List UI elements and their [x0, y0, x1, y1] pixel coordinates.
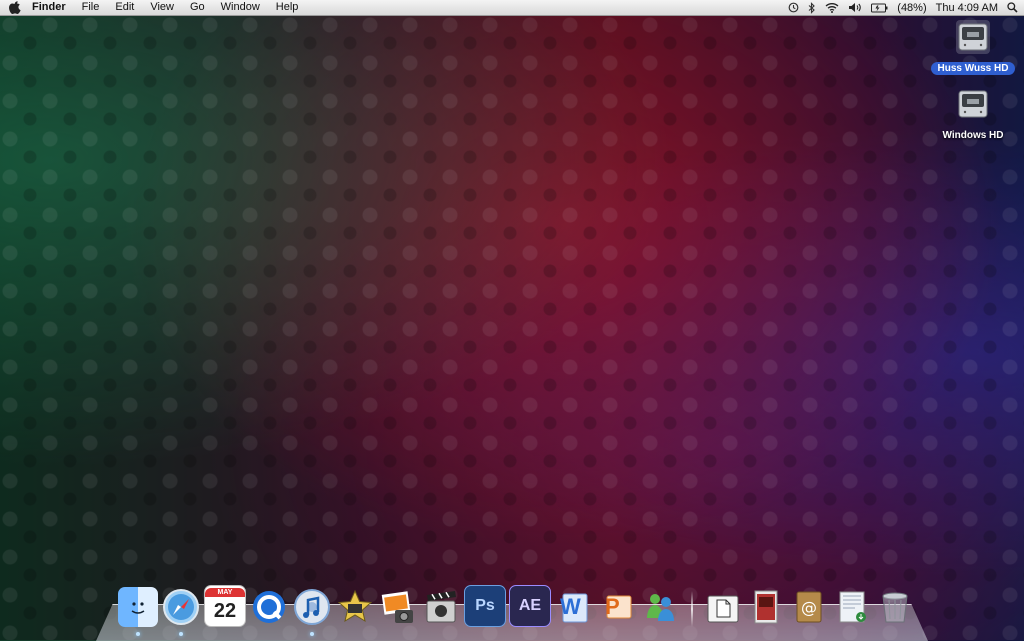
hard-drive-icon: [956, 20, 990, 54]
downloads-stack-icon[interactable]: [832, 587, 872, 627]
time-machine-icon[interactable]: [788, 2, 799, 13]
itunes-icon[interactable]: [292, 587, 332, 636]
photoshop-icon[interactable]: Ps: [464, 585, 506, 627]
wifi-icon[interactable]: [825, 2, 839, 13]
powerpoint-label: P: [605, 594, 620, 619]
finder-icon[interactable]: [118, 587, 158, 636]
disk-label: Huss Wuss HD: [930, 62, 1016, 75]
word-icon[interactable]: W: [554, 587, 594, 627]
menu-help[interactable]: Help: [268, 0, 307, 15]
quicktime-icon[interactable]: [249, 587, 289, 627]
disk-label: Windows HD: [942, 130, 1004, 141]
spotlight-search-icon[interactable]: [1007, 2, 1018, 13]
ical-day: 22: [213, 599, 237, 622]
menu-window[interactable]: Window: [213, 0, 268, 15]
desktop-disk-windows-hd[interactable]: Windows HD: [928, 87, 1018, 143]
powerpoint-icon[interactable]: P: [597, 587, 637, 627]
ical-icon[interactable]: MAY 22: [204, 585, 246, 627]
desktop-disk-huss-wuss-hd[interactable]: Huss Wuss HD: [928, 20, 1018, 76]
photoshop-label: Ps: [475, 597, 495, 614]
address-book-icon[interactable]: @: [789, 587, 829, 627]
dock-separator: [691, 591, 693, 627]
bluetooth-icon[interactable]: [808, 1, 816, 14]
apple-menu-icon[interactable]: [8, 0, 22, 15]
menu-bar: Finder File Edit View Go Window Help (48…: [0, 0, 1024, 16]
battery-percent: (48%): [897, 1, 927, 14]
messenger-icon[interactable]: [640, 587, 680, 627]
menu-file[interactable]: File: [74, 0, 108, 15]
final-cut-icon[interactable]: [421, 587, 461, 627]
svg-text:@: @: [801, 598, 817, 617]
after-effects-label: AE: [518, 597, 542, 614]
pictures-stack-icon[interactable]: [746, 587, 786, 627]
volume-icon[interactable]: [848, 2, 862, 13]
menu-go[interactable]: Go: [182, 0, 213, 15]
desktop-wallpaper: [0, 15, 1024, 640]
safari-icon[interactable]: [161, 587, 201, 636]
after-effects-icon[interactable]: AE: [509, 585, 551, 627]
documents-stack-icon[interactable]: [703, 587, 743, 627]
menu-extras: (48%) Thu 4:09 AM: [788, 0, 1018, 15]
ical-month: MAY: [205, 587, 245, 597]
app-menu-finder[interactable]: Finder: [24, 0, 74, 15]
battery-icon[interactable]: [871, 3, 888, 13]
imovie-icon[interactable]: [335, 587, 375, 627]
menu-clock[interactable]: Thu 4:09 AM: [936, 2, 998, 14]
hard-drive-icon: [956, 87, 990, 121]
menu-view[interactable]: View: [142, 0, 182, 15]
dock: MAY 22 Ps AE W P @: [118, 585, 918, 636]
trash-icon[interactable]: [875, 587, 915, 627]
iphoto-icon[interactable]: [378, 587, 418, 627]
menu-edit[interactable]: Edit: [107, 0, 142, 15]
word-label: W: [560, 594, 581, 619]
